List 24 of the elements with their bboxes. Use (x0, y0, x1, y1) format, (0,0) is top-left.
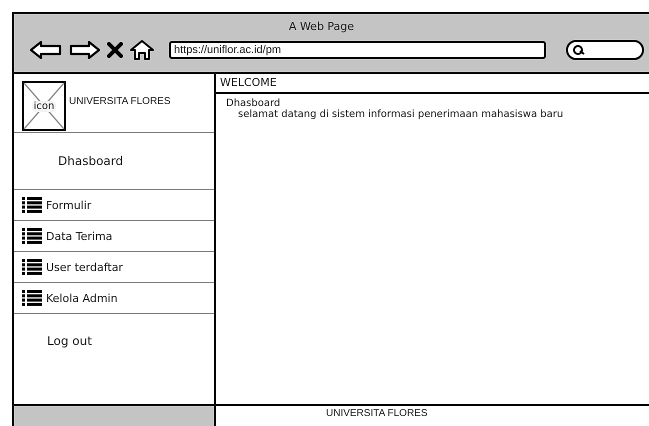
search-icon (572, 44, 586, 56)
menu-item[interactable]: User terdaftar (14, 252, 214, 284)
menu-item[interactable]: Data Terima (14, 221, 214, 252)
home-icon[interactable] (129, 39, 155, 61)
footer-text: UNIVERSITA FLORES (326, 408, 428, 420)
logo-label: icon (32, 100, 56, 112)
close-icon[interactable] (107, 42, 123, 58)
window-title: A Web Page (288, 20, 354, 33)
address-field[interactable]: https://uniflor.ac.id/pm (169, 41, 546, 59)
list-icon (22, 290, 42, 306)
welcome-text: selamat datang di sistem informasi penerimaan mahasiswa baru (237, 109, 564, 120)
menu-item[interactable]: Dhasboard (58, 154, 124, 168)
menu-item[interactable]: Formulir (14, 190, 214, 222)
brand-name: UNIVERSITA FLORES (69, 96, 171, 107)
list-icon (22, 197, 42, 214)
forward-icon[interactable] (69, 40, 101, 60)
search-field[interactable] (566, 40, 644, 60)
menu-item[interactable]: Kelola Admin (14, 283, 214, 314)
back-icon[interactable] (29, 40, 63, 60)
menu-item[interactable]: Log out (47, 334, 92, 348)
list-icon (22, 259, 42, 276)
section-header: WELCOME (216, 74, 649, 94)
content-heading: Dhasboard (226, 98, 282, 110)
list-icon (22, 228, 42, 244)
